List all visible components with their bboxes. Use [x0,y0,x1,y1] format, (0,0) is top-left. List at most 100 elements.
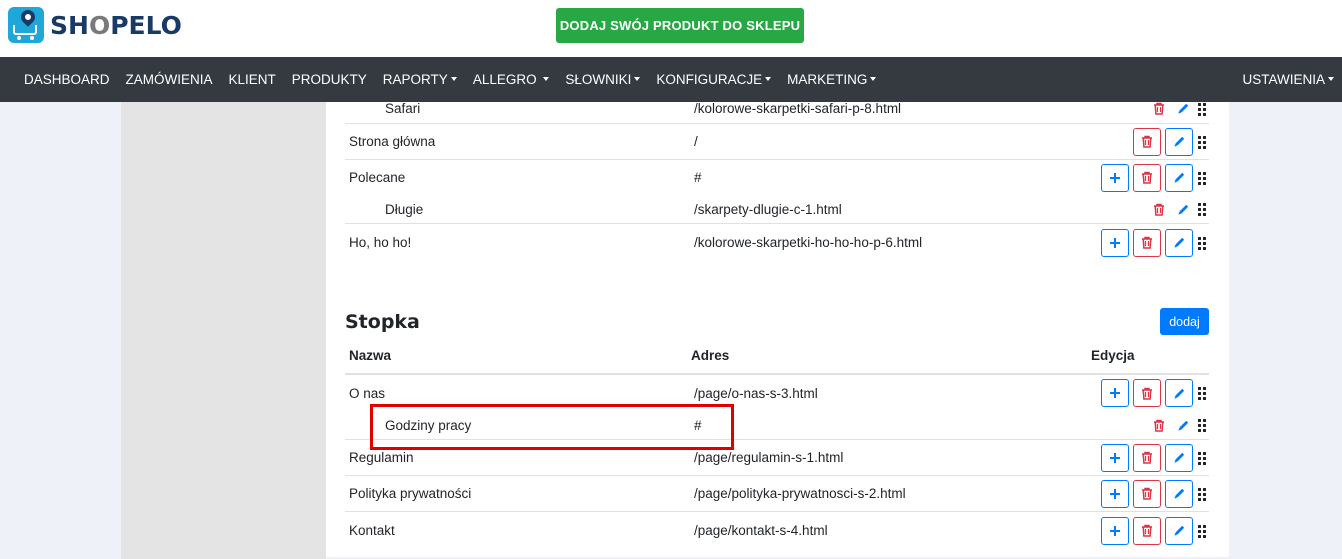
add-child-button[interactable] [1101,516,1129,545]
logo-text: SHOPELO [50,10,182,40]
pencil-icon [1174,172,1184,183]
nav-dashboard[interactable]: DASHBOARD [0,72,118,87]
item-address: # [694,417,702,433]
delete-button[interactable] [1133,516,1161,545]
item-name: Długie [385,201,424,217]
trash-icon [1142,487,1152,500]
delete-button[interactable] [1133,228,1161,257]
add-child-button[interactable] [1101,228,1129,257]
item-address: /skarpety-dlugie-c-1.html [694,201,842,217]
item-name: Strona główna [349,134,436,149]
list-item: Polecane # [345,159,1209,195]
add-child-button[interactable] [1101,443,1129,472]
trash-icon [1142,387,1152,400]
plus-icon [1110,525,1120,536]
edit-button[interactable] [1165,379,1193,407]
drag-handle-icon[interactable] [1198,203,1206,216]
drag-handle-icon[interactable] [1198,387,1206,400]
trash-icon [1142,524,1152,537]
item-name: Polecane [349,170,406,185]
edit-button[interactable] [1165,516,1193,545]
highlight-box [370,404,734,450]
delete-button[interactable] [1133,479,1161,508]
nav-orders[interactable]: ZAMÓWIENIA [118,72,221,87]
item-name: Polityka prywatności [349,486,472,501]
add-child-button[interactable] [1101,163,1129,192]
add-button[interactable]: dodaj [1160,308,1209,335]
pencil-icon [1174,237,1184,248]
pencil-icon[interactable] [1173,199,1193,219]
edit-button[interactable] [1165,163,1193,192]
item-address: /page/kontakt-s-4.html [694,523,828,538]
row-actions [1097,476,1209,511]
edit-button[interactable] [1165,127,1193,156]
pencil-icon[interactable] [1173,99,1193,119]
pencil-icon[interactable] [1173,415,1193,435]
drag-handle-icon[interactable] [1198,487,1206,501]
sidebar-panel [121,102,326,559]
drag-handle-icon[interactable] [1198,451,1206,465]
item-address: /page/regulamin-s-1.html [694,450,844,465]
row-actions [1097,512,1209,549]
column-header-edit: Edycja [1091,348,1135,363]
edit-button[interactable] [1165,479,1193,508]
table-row: Polityka prywatności /page/polityka-pryw… [345,475,1209,511]
trash-icon [1142,236,1152,249]
item-name: O nas [349,385,386,401]
nav-products[interactable]: PRODUKTY [284,72,375,87]
add-child-button[interactable] [1101,479,1129,508]
list-item: Safari /kolorowe-skarpetki-safari-p-8.ht… [345,94,1209,123]
list-item: Strona główna / [345,123,1209,159]
pencil-icon [1174,525,1184,536]
row-actions [1145,94,1209,123]
item-address: /kolorowe-skarpetki-safari-p-8.html [694,101,902,116]
nav-dictionaries[interactable]: SŁOWNIKI [557,72,648,87]
drag-handle-icon[interactable] [1198,236,1206,250]
drag-handle-icon[interactable] [1198,524,1206,538]
drag-handle-icon[interactable] [1198,135,1206,149]
edit-button[interactable] [1165,228,1193,257]
list-item: Długie /skarpety-dlugie-c-1.html [345,195,1209,223]
delete-button[interactable] [1133,379,1161,407]
nav-allegro[interactable]: ALLEGRO [465,72,558,87]
delete-button[interactable] [1133,127,1161,156]
row-actions [1097,224,1209,261]
pencil-icon [1174,488,1184,499]
caret-down-icon [450,77,457,82]
drag-handle-icon[interactable] [1198,102,1206,116]
edit-button[interactable] [1165,443,1193,472]
add-product-button[interactable]: DODAJ SWÓJ PRODUKT DO SKLEPU [556,8,804,43]
drag-handle-icon[interactable] [1198,171,1206,185]
nav-marketing[interactable]: MARKETING [779,72,884,87]
add-child-button[interactable] [1101,379,1129,407]
pencil-icon [1174,136,1184,147]
item-name: Kontakt [349,523,395,538]
delete-button[interactable] [1133,443,1161,472]
trash-icon[interactable] [1149,99,1169,119]
delete-button[interactable] [1133,163,1161,192]
nav-settings[interactable]: USTAWIENIA [1234,72,1342,87]
shopelo-logo[interactable]: SHOPELO [8,7,182,43]
top-bar: SHOPELO DODAJ SWÓJ PRODUKT DO SKLEPU [0,0,1342,57]
trash-icon [1142,171,1152,184]
item-name: Safari [385,101,421,116]
caret-down-icon [543,77,550,82]
plus-icon [1110,237,1120,248]
row-actions [1129,124,1209,159]
nav-configuration[interactable]: KONFIGURACJE [648,72,779,87]
nav-reports[interactable]: RAPORTY [375,72,465,87]
drag-handle-icon[interactable] [1198,419,1206,432]
plus-icon [1110,172,1120,183]
item-name: Regulamin [349,450,414,465]
trash-icon[interactable] [1149,199,1169,219]
row-actions [1097,160,1209,195]
pencil-icon [1174,388,1184,398]
caret-down-icon [1328,77,1334,82]
trash-icon [1142,135,1152,148]
logo-cart-icon [8,7,44,43]
nav-client[interactable]: KLIENT [221,72,284,87]
item-name: Ho, ho ho! [349,235,412,250]
row-actions [1145,411,1209,439]
trash-icon[interactable] [1149,415,1169,435]
item-address: / [694,134,698,149]
